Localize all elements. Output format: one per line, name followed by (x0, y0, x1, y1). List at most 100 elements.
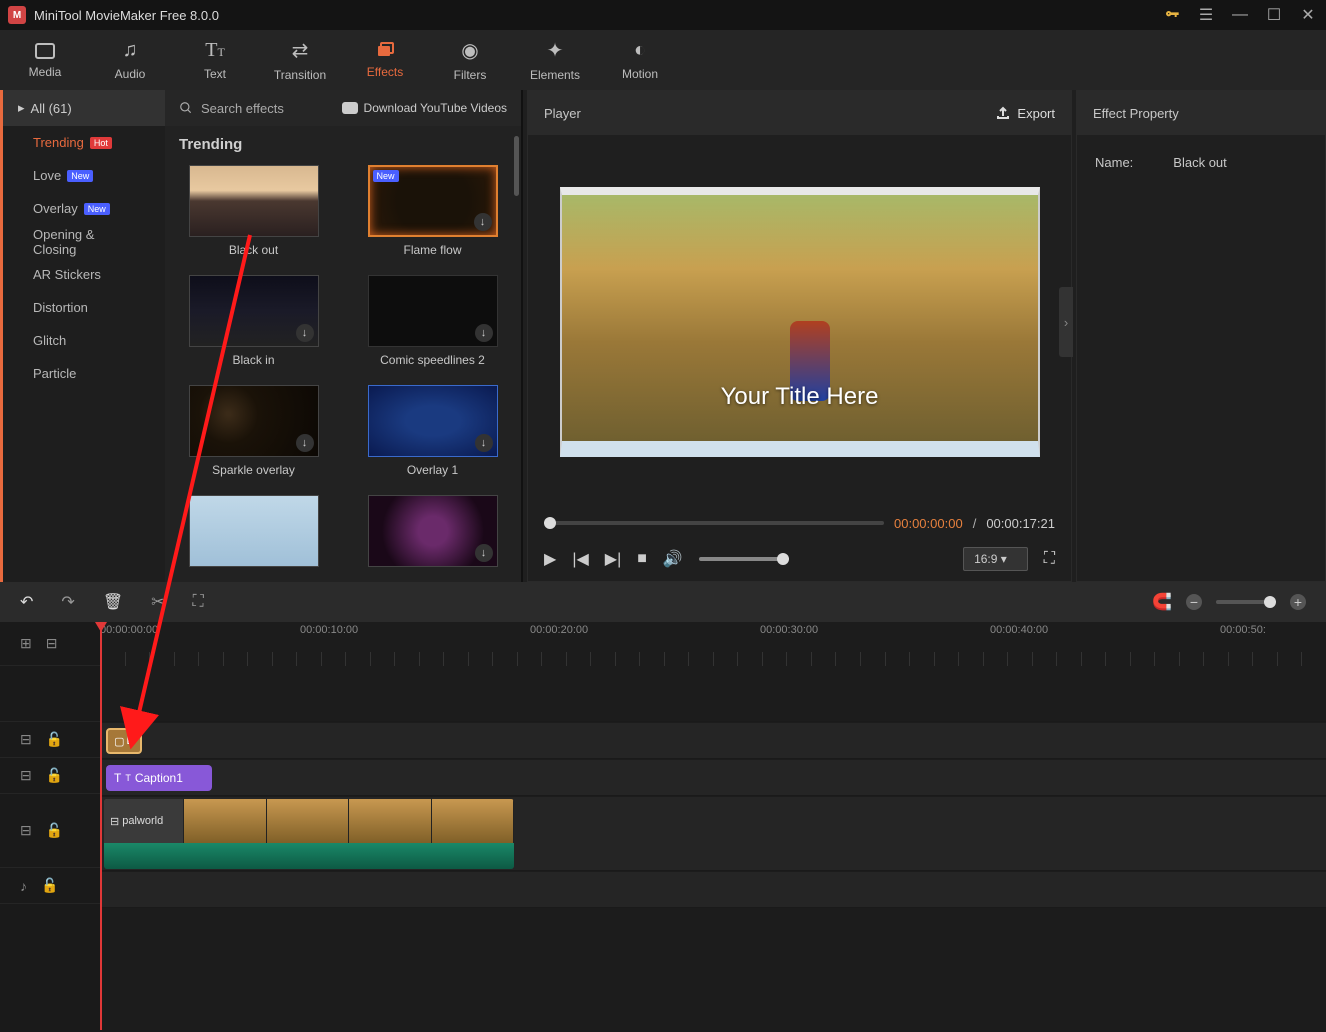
sidebar-item-overlay[interactable]: OverlayNew (3, 192, 165, 225)
tab-effects[interactable]: Effects (355, 42, 415, 79)
tab-filters[interactable]: ◉Filters (440, 38, 500, 82)
effect-card-comic[interactable]: ↓Comic speedlines 2 (358, 275, 507, 367)
time-total: 00:00:17:21 (986, 516, 1055, 531)
preview-title-text: Your Title Here (721, 383, 879, 411)
zoom-in-button[interactable]: + (1290, 594, 1306, 610)
collapse-icon[interactable]: ⊟ (46, 635, 58, 652)
player-title: Player (544, 106, 581, 121)
volume-icon[interactable]: 🔊 (663, 549, 683, 569)
tab-text[interactable]: TTText (185, 39, 245, 81)
close-icon[interactable]: ✕ (1298, 5, 1318, 25)
menu-icon[interactable]: ☰ (1196, 5, 1216, 25)
track-audio-icon: ♪ (20, 878, 27, 894)
prop-name-label: Name: (1095, 155, 1133, 170)
new-badge: New (84, 203, 110, 215)
minimize-icon[interactable]: — (1230, 5, 1250, 25)
sidebar-all[interactable]: ▸ All (61) (3, 90, 165, 126)
ruler[interactable]: 00:00:00:00 00:00:10:00 00:00:20:00 00:0… (100, 622, 1326, 666)
fullscreen-button[interactable]: ⛶ (1044, 550, 1055, 568)
download-icon[interactable]: ↓ (475, 434, 493, 452)
main-tabs: Media ♫Audio TTText ⇄Transition Effects … (0, 30, 1326, 90)
download-icon[interactable]: ↓ (296, 324, 314, 342)
download-icon[interactable]: ↓ (475, 324, 493, 342)
seek-bar[interactable] (544, 521, 884, 525)
effect-card-8[interactable]: ↓ (358, 495, 507, 567)
effect-card-overlay1[interactable]: ↓Overlay 1 (358, 385, 507, 477)
effects-heading: Trending (179, 136, 507, 153)
tab-motion[interactable]: ◐Motion (610, 39, 670, 81)
playhead[interactable] (100, 622, 102, 1030)
sidebar-item-arstickers[interactable]: AR Stickers (3, 258, 165, 291)
sidebar-item-distortion[interactable]: Distortion (3, 291, 165, 324)
tab-media[interactable]: Media (15, 42, 75, 79)
timeline: ⊞ ⊟ ⊟ 🔓 ⊟ 🔓 ⊟ 🔓 ♪ 🔓 00:00:00:00 00:00:10:00 0… (0, 622, 1326, 1030)
effect-card-flameflow[interactable]: New↓Flame flow (358, 165, 507, 257)
volume-slider[interactable] (699, 557, 789, 561)
aspect-select[interactable]: 16:9 ▾ (963, 547, 1028, 571)
play-button[interactable]: ▶ (544, 549, 556, 569)
sidebar-item-particle[interactable]: Particle (3, 357, 165, 390)
add-track-icon[interactable]: ⊞ (20, 635, 32, 652)
prev-frame-button[interactable]: |◀ (572, 549, 588, 569)
timeline-track-video[interactable]: ⊟ palworld (100, 797, 1326, 871)
export-button[interactable]: Export (995, 105, 1055, 121)
timeline-track-empty[interactable] (100, 666, 1326, 722)
effects-sidebar: ▸ All (61) TrendingHot LoveNew OverlayNe… (0, 90, 165, 582)
split-button[interactable]: ✂ (151, 592, 164, 612)
prop-name-value: Black out (1173, 155, 1226, 170)
download-icon[interactable]: ↓ (296, 434, 314, 452)
properties-title: Effect Property (1077, 91, 1325, 135)
timeline-toolbar: ↶ ↷ 🗑 ✂ ⛶ 🧲 − + (0, 582, 1326, 622)
new-badge: New (67, 170, 93, 182)
clip-caption[interactable]: TT Caption1 (106, 765, 212, 791)
timeline-track-effect[interactable]: ▢ B (100, 723, 1326, 759)
effect-card-7[interactable] (179, 495, 328, 567)
zoom-slider[interactable] (1216, 600, 1276, 604)
sidebar-item-love[interactable]: LoveNew (3, 159, 165, 192)
tab-audio[interactable]: ♫Audio (100, 39, 160, 81)
delete-button[interactable]: 🗑 (103, 592, 123, 612)
sidebar-item-trending[interactable]: TrendingHot (3, 126, 165, 159)
clip-video[interactable]: ⊟ palworld (104, 799, 514, 869)
lock-icon[interactable]: 🔓 (46, 767, 63, 784)
download-icon[interactable]: ↓ (475, 544, 493, 562)
redo-button[interactable]: ↷ (61, 592, 74, 612)
sidebar-item-glitch[interactable]: Glitch (3, 324, 165, 357)
app-title: MiniTool MovieMaker Free 8.0.0 (34, 8, 219, 23)
sidebar-item-opening[interactable]: Opening & Closing (3, 225, 165, 258)
undo-button[interactable]: ↶ (20, 592, 33, 612)
search-input[interactable]: Search effects (179, 101, 284, 116)
scrollbar[interactable] (514, 136, 519, 196)
zoom-out-button[interactable]: − (1186, 594, 1202, 610)
crop-button[interactable]: ⛶ (193, 593, 204, 611)
preview-viewport[interactable]: Your Title Here (560, 187, 1040, 457)
timeline-track-text[interactable]: TT Caption1 (100, 760, 1326, 796)
next-frame-button[interactable]: ▶| (605, 549, 621, 569)
track-video-icon: ⊟ (20, 731, 32, 748)
effect-card-sparkle[interactable]: ↓Sparkle overlay (179, 385, 328, 477)
key-icon[interactable] (1162, 5, 1182, 25)
tab-elements[interactable]: ✦Elements (525, 38, 585, 82)
maximize-icon[interactable]: ☐ (1264, 5, 1284, 25)
lock-icon[interactable]: 🔓 (46, 731, 63, 748)
clip-effect[interactable]: ▢ B (106, 728, 142, 754)
hot-badge: Hot (90, 137, 112, 149)
lock-icon[interactable]: 🔓 (46, 822, 63, 839)
download-icon[interactable]: ↓ (474, 213, 492, 231)
lock-icon[interactable]: 🔓 (41, 877, 58, 894)
track-video-icon: ⊟ (20, 822, 32, 839)
download-youtube-button[interactable]: Download YouTube Videos (342, 101, 507, 115)
track-video-icon: ⊟ (20, 767, 32, 784)
magnet-icon[interactable]: 🧲 (1152, 592, 1172, 612)
player-panel: Player Export Your Title Here › 00:00:00… (527, 90, 1072, 582)
app-icon: M (8, 6, 26, 24)
effect-card-blackin[interactable]: ↓Black in (179, 275, 328, 367)
stop-button[interactable]: ■ (637, 550, 647, 568)
time-current: 00:00:00:00 (894, 516, 963, 531)
properties-panel: Effect Property Name: Black out (1076, 90, 1326, 582)
effect-card-blackout[interactable]: Black out (179, 165, 328, 257)
tab-transition[interactable]: ⇄Transition (270, 38, 330, 82)
timeline-track-audio[interactable] (100, 872, 1326, 908)
titlebar: M MiniTool MovieMaker Free 8.0.0 ☰ — ☐ ✕ (0, 0, 1326, 30)
expand-handle[interactable]: › (1059, 287, 1073, 357)
